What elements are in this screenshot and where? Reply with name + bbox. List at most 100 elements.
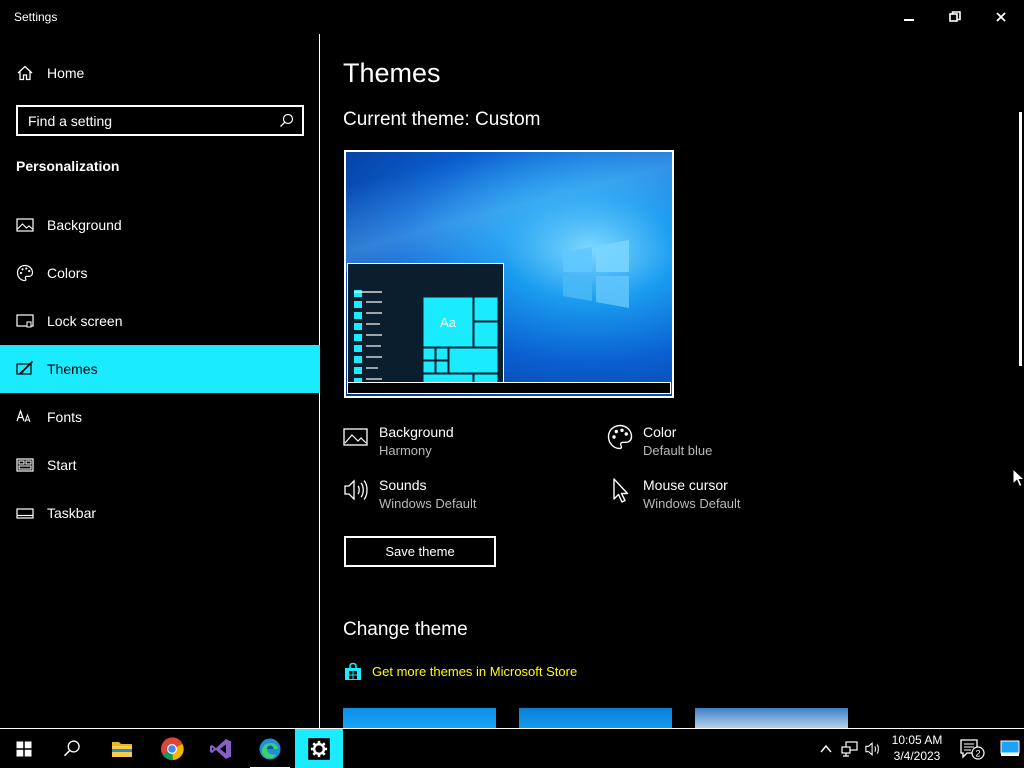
preview-taskbar bbox=[347, 382, 671, 394]
search-icon[interactable] bbox=[279, 113, 294, 128]
taskbar-icon bbox=[16, 508, 34, 519]
windows-start-icon bbox=[16, 741, 32, 757]
close-button[interactable] bbox=[978, 0, 1024, 34]
window-title: Settings bbox=[14, 10, 58, 24]
theme-sounds-setting[interactable]: Sounds Windows Default bbox=[343, 477, 583, 517]
file-explorer-icon bbox=[112, 742, 132, 757]
taskbar-search-button[interactable] bbox=[48, 729, 96, 768]
network-button[interactable] bbox=[838, 729, 862, 768]
sidebar-item-taskbar[interactable]: Taskbar bbox=[0, 489, 320, 537]
sidebar-item-label: Colors bbox=[47, 265, 88, 281]
property-value: Default blue bbox=[643, 443, 713, 458]
property-value: Harmony bbox=[379, 443, 432, 458]
sidebar-item-home[interactable]: Home bbox=[0, 56, 320, 90]
chrome-button[interactable] bbox=[148, 729, 196, 768]
chevron-up-icon bbox=[820, 744, 832, 753]
taskbar-clock[interactable]: 10:05 AM 3/4/2023 bbox=[886, 729, 948, 768]
property-value: Windows Default bbox=[379, 496, 477, 511]
search-input[interactable] bbox=[18, 107, 268, 134]
section-heading: Personalization bbox=[16, 158, 120, 174]
chrome-icon bbox=[161, 737, 184, 761]
notification-count: 2 bbox=[975, 749, 980, 759]
start-icon bbox=[16, 458, 34, 472]
change-theme-heading: Change theme bbox=[343, 619, 468, 640]
taskbar: 10:05 AM 3/4/2023 2 bbox=[0, 728, 1024, 768]
theme-preview: Aa bbox=[344, 150, 674, 398]
preview-tile-label: Aa bbox=[440, 315, 457, 330]
store-bag-icon bbox=[345, 662, 361, 680]
palette-icon bbox=[607, 424, 633, 450]
mouse-pointer-icon bbox=[1012, 468, 1024, 488]
themes-icon bbox=[16, 360, 34, 375]
settings-taskbar-button[interactable] bbox=[295, 729, 343, 768]
sidebar-item-label: Start bbox=[47, 457, 77, 473]
sidebar-item-label: Fonts bbox=[47, 409, 83, 425]
sidebar-item-colors[interactable]: Colors bbox=[0, 249, 320, 297]
fonts-icon bbox=[16, 409, 31, 423]
picture-icon bbox=[16, 218, 34, 232]
sidebar-item-themes[interactable]: Themes bbox=[0, 345, 320, 393]
property-value: Windows Default bbox=[643, 496, 741, 511]
preview-start-tiles: Aa bbox=[354, 290, 499, 385]
theme-thumbnail[interactable] bbox=[343, 708, 496, 728]
save-theme-button[interactable]: Save theme bbox=[344, 536, 496, 567]
page-title: Themes bbox=[343, 58, 441, 88]
clock-time: 10:05 AM bbox=[891, 733, 943, 747]
title-bar[interactable]: Settings bbox=[0, 0, 1024, 34]
speaker-icon bbox=[865, 742, 879, 756]
visual-studio-icon bbox=[210, 739, 231, 759]
sidebar: Home Personalization Background Colors L… bbox=[0, 34, 320, 728]
theme-background-setting[interactable]: Background Harmony bbox=[343, 424, 583, 464]
property-name: Background bbox=[379, 424, 454, 440]
show-desktop-icon[interactable] bbox=[1000, 739, 1020, 757]
start-button[interactable] bbox=[0, 729, 48, 768]
scrollbar[interactable] bbox=[1019, 112, 1022, 366]
notification-icon: 2 bbox=[960, 739, 985, 760]
show-hidden-icons-button[interactable] bbox=[814, 729, 838, 768]
main-content: Themes Current theme: Custom Aa Backgrou… bbox=[321, 34, 1024, 728]
window-controls bbox=[886, 0, 1024, 34]
sidebar-item-fonts[interactable]: Fonts bbox=[0, 393, 320, 441]
sidebar-item-label: Lock screen bbox=[47, 313, 123, 329]
search-box[interactable] bbox=[16, 105, 304, 136]
settings-window: Settings Home Personalization Backgroun bbox=[0, 0, 1024, 728]
home-icon bbox=[17, 65, 33, 81]
property-name: Color bbox=[643, 424, 677, 440]
sidebar-item-label: Taskbar bbox=[47, 505, 97, 521]
sidebar-item-label: Background bbox=[47, 217, 122, 233]
minimize-icon bbox=[904, 19, 914, 21]
property-name: Sounds bbox=[379, 477, 427, 493]
edge-button[interactable] bbox=[246, 729, 294, 768]
picture-icon bbox=[343, 428, 368, 446]
sidebar-item-background[interactable]: Background bbox=[0, 201, 320, 249]
restore-icon bbox=[949, 11, 961, 22]
network-icon bbox=[841, 741, 858, 757]
theme-thumbnail[interactable] bbox=[519, 708, 672, 728]
sidebar-item-label: Home bbox=[47, 65, 85, 81]
preview-start-menu: Aa bbox=[347, 263, 504, 385]
theme-thumbnail[interactable] bbox=[695, 708, 848, 728]
speaker-icon bbox=[344, 479, 368, 501]
property-name: Mouse cursor bbox=[643, 477, 728, 493]
sidebar-item-start[interactable]: Start bbox=[0, 441, 320, 489]
mouse-pointer-icon bbox=[613, 478, 629, 503]
action-center-button[interactable]: 2 bbox=[954, 729, 990, 768]
settings-icon bbox=[308, 738, 330, 760]
current-theme-heading: Current theme: Custom bbox=[343, 109, 541, 130]
minimize-button[interactable] bbox=[886, 0, 932, 34]
clock-date: 3/4/2023 bbox=[893, 749, 941, 763]
volume-button[interactable] bbox=[862, 729, 884, 768]
theme-mouse-cursor-setting[interactable]: Mouse cursor Windows Default bbox=[607, 477, 847, 517]
visual-studio-button[interactable] bbox=[197, 729, 245, 768]
lock-screen-icon bbox=[16, 314, 34, 328]
palette-icon bbox=[16, 264, 34, 282]
theme-color-setting[interactable]: Color Default blue bbox=[607, 424, 847, 464]
sidebar-item-label: Themes bbox=[47, 361, 98, 377]
restore-button[interactable] bbox=[932, 0, 978, 34]
windows-logo-icon bbox=[563, 240, 629, 308]
sidebar-item-lock-screen[interactable]: Lock screen bbox=[0, 297, 320, 345]
edge-icon bbox=[259, 738, 281, 760]
file-explorer-button[interactable] bbox=[98, 729, 146, 768]
search-icon bbox=[63, 740, 80, 757]
close-icon bbox=[996, 12, 1006, 22]
